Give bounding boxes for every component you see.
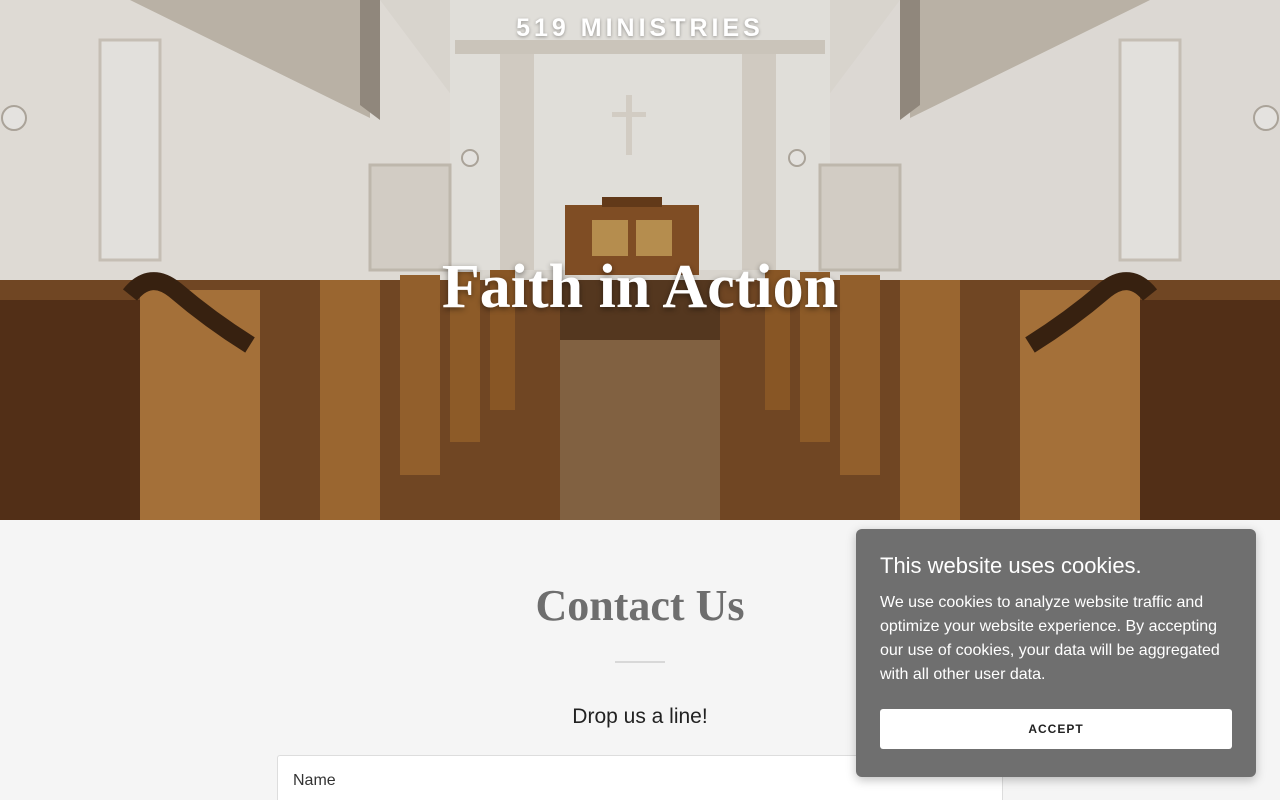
hero-section: 519 MINISTRIES Faith in Action <box>0 0 1280 520</box>
cookie-banner: This website uses cookies. We use cookie… <box>856 529 1256 777</box>
cookie-banner-title: This website uses cookies. <box>880 553 1142 578</box>
name-field-label: Name <box>293 772 336 789</box>
site-brand[interactable]: 519 MINISTRIES <box>0 14 1280 43</box>
hero-title: Faith in Action <box>441 253 839 321</box>
section-divider <box>615 661 665 663</box>
accept-cookies-button[interactable]: ACCEPT <box>880 709 1232 749</box>
cookie-banner-text: We use cookies to analyze website traffi… <box>880 594 1220 683</box>
